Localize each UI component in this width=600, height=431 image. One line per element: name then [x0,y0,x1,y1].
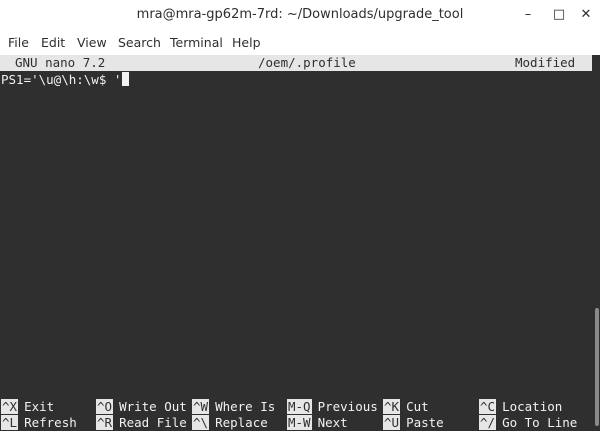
shortcut-previous[interactable]: M-Q Previous [287,399,378,414]
shortcut-location[interactable]: ^C Location [479,399,562,414]
text-cursor [122,72,130,86]
shortcut-key: ^/ [479,415,497,430]
shortcut-key: ^W [192,399,210,414]
shortcut-key: ^X [1,399,19,414]
maximize-icon[interactable]: □ [551,7,567,23]
menu-help[interactable]: Help [232,35,261,50]
shortcut-key: ^C [479,399,497,414]
shortcut-cut[interactable]: ^K Cut [383,399,429,414]
shortcut-label: Cut [406,399,429,414]
menu-file[interactable]: File [8,35,29,50]
shortcut-label: Where Is [215,399,276,414]
menu-terminal[interactable]: Terminal [170,35,223,50]
shortcut-refresh[interactable]: ^L Refresh [1,415,77,430]
window-title: mra@mra-gp62m-7rd: ~/Downloads/upgrade_t… [136,7,464,22]
close-icon[interactable]: ✕ [578,7,594,23]
shortcut-label: Refresh [24,415,77,430]
menubar: File Edit View Search Terminal Help [0,31,600,55]
terminal-area[interactable]: GNU nano 7.2 /oem/.profile Modified PS1=… [0,55,592,431]
shortcut-label: Exit [24,399,55,414]
shortcut-label: Paste [406,415,444,430]
shortcut-write-out[interactable]: ^O Write Out [96,399,187,414]
shortcut-label: Location [502,399,563,414]
shortcut-label: Next [317,415,348,430]
shortcut-label: Previous [317,399,378,414]
shortcut-label: Replace [215,415,268,430]
shortcut-key: ^K [383,399,401,414]
shortcut-key: ^\ [192,415,210,430]
shortcut-key: M-Q [287,399,312,414]
shortcut-go-to-line[interactable]: ^/ Go To Line [479,415,577,430]
shortcut-key: M-W [287,415,312,430]
shortcut-replace[interactable]: ^\ Replace [192,415,268,430]
shortcut-read-file[interactable]: ^R Read File [96,415,187,430]
shortcut-key: ^R [96,415,114,430]
menu-edit[interactable]: Edit [41,35,65,50]
shortcut-where-is[interactable]: ^W Where Is [192,399,275,414]
menu-search[interactable]: Search [118,35,161,50]
nano-modified-status: Modified [515,55,576,70]
editor-line-text: PS1='\u@\h:\w$ ' [1,72,122,87]
nano-header: GNU nano 7.2 /oem/.profile Modified [0,55,592,71]
shortcut-key: ^L [1,415,19,430]
nano-filename: /oem/.profile [258,55,356,70]
shortcut-exit[interactable]: ^X Exit [1,399,54,414]
shortcut-key: ^U [383,415,401,430]
shortcut-key: ^O [96,399,114,414]
nano-version: GNU nano 7.2 [15,55,106,70]
window-titlebar[interactable]: mra@mra-gp62m-7rd: ~/Downloads/upgrade_t… [0,0,600,32]
shortcut-label: Go To Line [502,415,578,430]
scrollbar-thumb[interactable] [595,308,599,426]
shortcut-label: Write Out [119,399,187,414]
shortcut-next[interactable]: M-W Next [287,415,348,430]
minimize-icon[interactable]: – [520,7,536,23]
editor-line[interactable]: PS1='\u@\h:\w$ ' [1,72,130,88]
menu-view[interactable]: View [77,35,107,50]
shortcut-paste[interactable]: ^U Paste [383,415,444,430]
shortcut-label: Read File [119,415,187,430]
terminal-scrollbar[interactable] [592,55,600,431]
